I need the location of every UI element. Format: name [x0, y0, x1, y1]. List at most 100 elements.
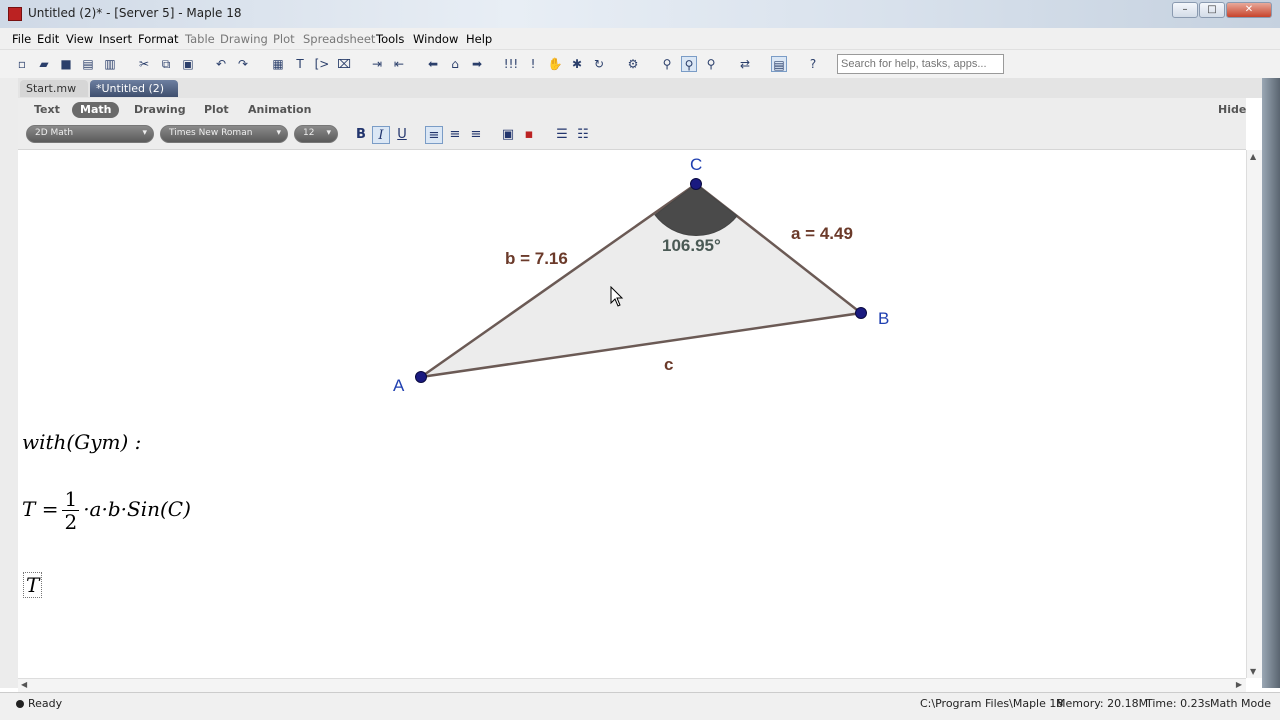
highlight-color-icon[interactable]: ▪ [520, 126, 538, 144]
mouse-cursor-icon [610, 286, 624, 307]
menu-insert[interactable]: Insert [99, 32, 132, 46]
point-label-c: C [690, 155, 702, 174]
foreground-color-icon[interactable]: ▣ [499, 126, 517, 144]
horizontal-scrollbar[interactable]: ◀ ▶ [18, 678, 1246, 692]
italic-button[interactable]: I [372, 126, 390, 144]
underline-button[interactable]: U [393, 126, 411, 144]
maximize-button[interactable]: □ [1199, 2, 1225, 18]
document-tab-row: ◀ Start.mw *Untitled (2) ✕ ▶ [0, 78, 1280, 108]
print-icon[interactable]: ▤ [80, 56, 96, 72]
point-b[interactable] [855, 307, 867, 319]
formula-lhs: T = [22, 497, 59, 521]
menu-tools[interactable]: Tools [376, 32, 404, 46]
zoom-100-icon[interactable]: ⚲ [659, 56, 675, 72]
title-bar: Untitled (2)* - [Server 5] - Maple 18 – … [0, 0, 1280, 28]
fraction-one-half: 12 [62, 488, 80, 534]
restart-icon[interactable]: ↻ [591, 56, 607, 72]
menu-edit[interactable]: Edit [37, 32, 59, 46]
menu-format[interactable]: Format [138, 32, 179, 46]
print-preview-icon[interactable]: ▥ [102, 56, 118, 72]
align-center-icon[interactable]: ≡ [446, 126, 464, 144]
outdent-icon[interactable]: ⇤ [391, 56, 407, 72]
font-size-select[interactable]: 12 ▾ [294, 125, 338, 143]
settings-gear-icon[interactable]: ⚙ [625, 56, 641, 72]
point-label-a: A [393, 376, 405, 395]
paste-icon[interactable]: ▣ [180, 56, 196, 72]
menu-help[interactable]: Help [466, 32, 492, 46]
scroll-left-arrow-icon[interactable]: ◀ [21, 680, 27, 689]
close-window-button[interactable]: ✕ [1226, 2, 1272, 18]
bold-button[interactable]: B [352, 126, 370, 144]
expand-section-icon[interactable]: ⌧ [336, 56, 352, 72]
stop-icon[interactable]: ✋ [547, 56, 563, 72]
numbered-list-icon[interactable]: ☷ [574, 126, 592, 144]
math-style-value: 2D Math [35, 128, 74, 138]
math-area-formula[interactable]: T = 1 2 ·a·b·Sin(C) [22, 488, 191, 533]
redo-icon[interactable]: ↷ [235, 56, 251, 72]
zoom-150-icon[interactable]: ⚲ [681, 56, 697, 72]
open-folder-icon[interactable]: ▰ [36, 56, 52, 72]
execution-group-icon[interactable]: [> [314, 56, 330, 72]
help-search-input[interactable] [837, 54, 1004, 74]
tab-start-mw[interactable]: Start.mw [20, 80, 88, 97]
scroll-up-arrow-icon[interactable]: ▲ [1250, 152, 1256, 161]
ready-dot-icon [16, 700, 24, 708]
tab-math[interactable]: Math [72, 102, 120, 118]
menu-view[interactable]: View [66, 32, 93, 46]
menu-window[interactable]: Window [413, 32, 458, 46]
minimize-button[interactable]: – [1172, 2, 1198, 18]
point-a[interactable] [415, 371, 427, 383]
tab-animation[interactable]: Animation [240, 102, 319, 118]
math-input-cursor-t[interactable]: T [23, 572, 43, 598]
menu-table[interactable]: Table [185, 32, 215, 46]
text-mode-icon[interactable]: T [292, 56, 308, 72]
vertical-scrollbar[interactable]: ▲ ▼ [1246, 150, 1262, 678]
status-ready: Ready [28, 697, 63, 710]
chevron-down-icon: ▾ [326, 128, 331, 138]
tab-untitled-2[interactable]: *Untitled (2) ✕ [90, 80, 178, 108]
align-right-icon[interactable]: ≡ [467, 126, 485, 144]
tab-drawing[interactable]: Drawing [126, 102, 194, 118]
bullet-list-icon[interactable]: ☰ [553, 126, 571, 144]
scroll-right-arrow-icon[interactable]: ▶ [1236, 680, 1242, 689]
window-title: Untitled (2)* - [Server 5] - Maple 18 [28, 6, 242, 20]
forward-arrow-icon[interactable]: ➡ [469, 56, 485, 72]
menu-file[interactable]: File [12, 32, 31, 46]
tab-label: Start.mw [26, 82, 77, 95]
menu-drawing[interactable]: Drawing [220, 32, 268, 46]
help-icon[interactable]: ? [805, 56, 821, 72]
toggle-input-icon[interactable]: ⇄ [737, 56, 753, 72]
chevron-down-icon: ▾ [276, 128, 281, 138]
menu-plot[interactable]: Plot [273, 32, 295, 46]
indent-icon[interactable]: ⇥ [369, 56, 385, 72]
zoom-200-icon[interactable]: ⚲ [703, 56, 719, 72]
execute-all-icon[interactable]: !!! [503, 56, 519, 72]
font-family-select[interactable]: Times New Roman ▾ [160, 125, 288, 143]
insert-code-icon[interactable]: ▦ [270, 56, 286, 72]
show-palettes-icon[interactable]: ▤ [771, 56, 787, 72]
undo-icon[interactable]: ↶ [213, 56, 229, 72]
home-icon[interactable]: ⌂ [447, 56, 463, 72]
scroll-down-arrow-icon[interactable]: ▼ [1250, 667, 1256, 676]
copy-icon[interactable]: ⧉ [158, 56, 174, 72]
font-size-value: 12 [303, 128, 315, 138]
math-style-select[interactable]: 2D Math ▾ [26, 125, 154, 143]
debug-icon[interactable]: ✱ [569, 56, 585, 72]
point-c[interactable] [690, 178, 702, 190]
back-arrow-icon[interactable]: ⬅ [425, 56, 441, 72]
geometry-figure[interactable]: A B C b = 7.16 a = 4.49 c 106.95° [18, 150, 1246, 410]
math-input-with-gym[interactable]: with(Gym) : [22, 430, 141, 454]
fraction-denominator: 2 [64, 510, 78, 534]
tab-plot[interactable]: Plot [196, 102, 237, 118]
hide-context-bar-button[interactable]: Hide [1210, 102, 1254, 118]
new-document-icon[interactable]: ▫ [14, 56, 30, 72]
menu-spreadsheet[interactable]: Spreadsheet [303, 32, 375, 46]
save-icon[interactable]: ■ [58, 56, 74, 72]
cut-icon[interactable]: ✂ [136, 56, 152, 72]
align-left-icon[interactable]: ≡ [425, 126, 443, 144]
status-mode: Math Mode [1210, 697, 1271, 710]
worksheet-document[interactable]: A B C b = 7.16 a = 4.49 c 106.95° with(G… [18, 150, 1246, 678]
menu-bar: File Edit View Insert Format Table Drawi… [0, 28, 1280, 50]
tab-text[interactable]: Text [26, 102, 68, 118]
execute-icon[interactable]: ! [525, 56, 541, 72]
